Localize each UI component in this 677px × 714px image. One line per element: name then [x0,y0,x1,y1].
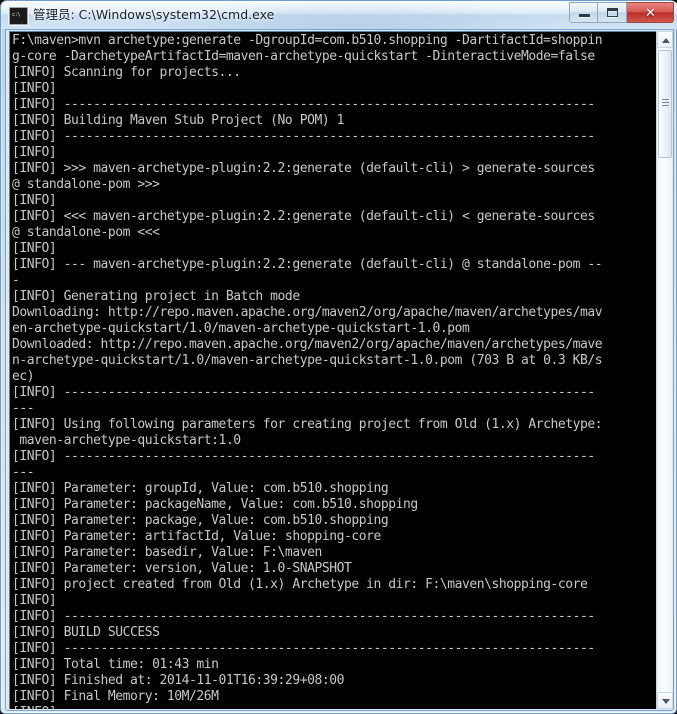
console-line: [INFO] Total time: 01:43 min [12,657,219,672]
console-line: [INFO] Final Memory: 10M/26M [12,689,219,704]
console-line: --- [12,465,35,480]
close-button[interactable]: ✕ [627,2,674,23]
maximize-icon [607,8,618,17]
console-line: Downloading: http://repo.maven.apache.or… [12,305,603,320]
console-line: [INFO] [12,193,57,208]
window-controls: ✕ [569,2,674,23]
console-line: --- [12,401,35,416]
console-line: g-core -DarchetypeArtifactId=maven-arche… [12,49,595,64]
minimize-button[interactable] [569,2,598,23]
console-line: [INFO] Finished at: 2014-11-01T16:39:29+… [12,673,344,688]
console-line: [INFO] ---------------------------------… [12,609,595,624]
console-line: [INFO] Building Maven Stub Project (No P… [12,113,344,128]
console-line: [INFO] ---------------------------------… [12,641,595,656]
console-line: n-archetype-quickstart/1.0/maven-archety… [12,353,603,368]
console-line: - [12,273,20,288]
console-line: en-archetype-quickstart/1.0/maven-archet… [12,321,470,336]
console-line: [INFO] ---------------------------------… [12,705,657,709]
minimize-icon [579,14,590,17]
console-line: [INFO] Parameter: groupId, Value: com.b5… [12,481,389,496]
console-line: [INFO] [12,145,57,160]
console-line: [INFO] [12,81,57,96]
console-line: [INFO] Using following parameters for cr… [12,417,603,432]
window-title: 管理员: C:\Windows\system32\cmd.exe [33,7,275,22]
console-line: [INFO] project created from Old (1.x) Ar… [12,577,588,592]
vertical-scrollbar[interactable] [656,31,673,709]
console-line: F:\maven>mvn archetype:generate -DgroupI… [12,33,603,48]
console-line: [INFO] ---------------------------------… [12,385,595,400]
console-line: [INFO] Parameter: basedir, Value: F:\mav… [12,545,322,560]
client-area: F:\maven>mvn archetype:generate -DgroupI… [5,29,674,711]
console-line: [INFO] --- maven-archetype-plugin:2.2:ge… [12,257,603,272]
cmd-icon: c:\ [9,7,28,25]
console-line: Downloaded: http://repo.maven.apache.org… [12,337,603,352]
scrollbar-thumb[interactable] [658,50,672,158]
console-line: ec) [12,369,35,384]
scroll-down-button[interactable] [657,692,673,709]
console-line: [INFO] Scanning for projects... [12,65,241,80]
console-line: [INFO] BUILD SUCCESS [12,625,160,640]
console-line: maven-archetype-quickstart:1.0 [12,433,241,448]
scrollbar-grip-icon [662,99,669,106]
console-line: [INFO] Parameter: version, Value: 1.0-SN… [12,561,352,576]
scroll-up-button[interactable] [657,31,673,48]
console-line: @ standalone-pom >>> [12,177,160,192]
chevron-down-icon [662,699,670,704]
console-output: F:\maven>mvn archetype:generate -DgroupI… [12,33,657,709]
console-line: [INFO] >>> maven-archetype-plugin:2.2:ge… [12,161,595,176]
console-line: [INFO] ---------------------------------… [12,449,595,464]
console-line: [INFO] Parameter: artifactId, Value: sho… [12,529,381,544]
console-line: [INFO] ---------------------------------… [12,129,595,144]
console-viewport[interactable]: F:\maven>mvn archetype:generate -DgroupI… [9,31,657,709]
console-line: [INFO] ---------------------------------… [12,97,595,112]
chevron-up-icon [662,38,670,43]
title-bar[interactable]: c:\ 管理员: C:\Windows\system32\cmd.exe ✕ [1,1,677,29]
cmd-window: c:\ 管理员: C:\Windows\system32\cmd.exe ✕ F… [0,0,677,714]
console-line: [INFO] Generating project in Batch mode [12,289,300,304]
cmd-icon-glyph: c:\ [12,12,21,18]
console-line: [INFO] Parameter: packageName, Value: co… [12,497,418,512]
maximize-button[interactable] [598,2,627,23]
console-line: [INFO] <<< maven-archetype-plugin:2.2:ge… [12,209,595,224]
console-line: [INFO] [12,241,57,256]
console-line: @ standalone-pom <<< [12,225,160,240]
console-line: [INFO] [12,593,57,608]
close-icon: ✕ [645,6,656,21]
console-line: [INFO] Parameter: package, Value: com.b5… [12,513,389,528]
